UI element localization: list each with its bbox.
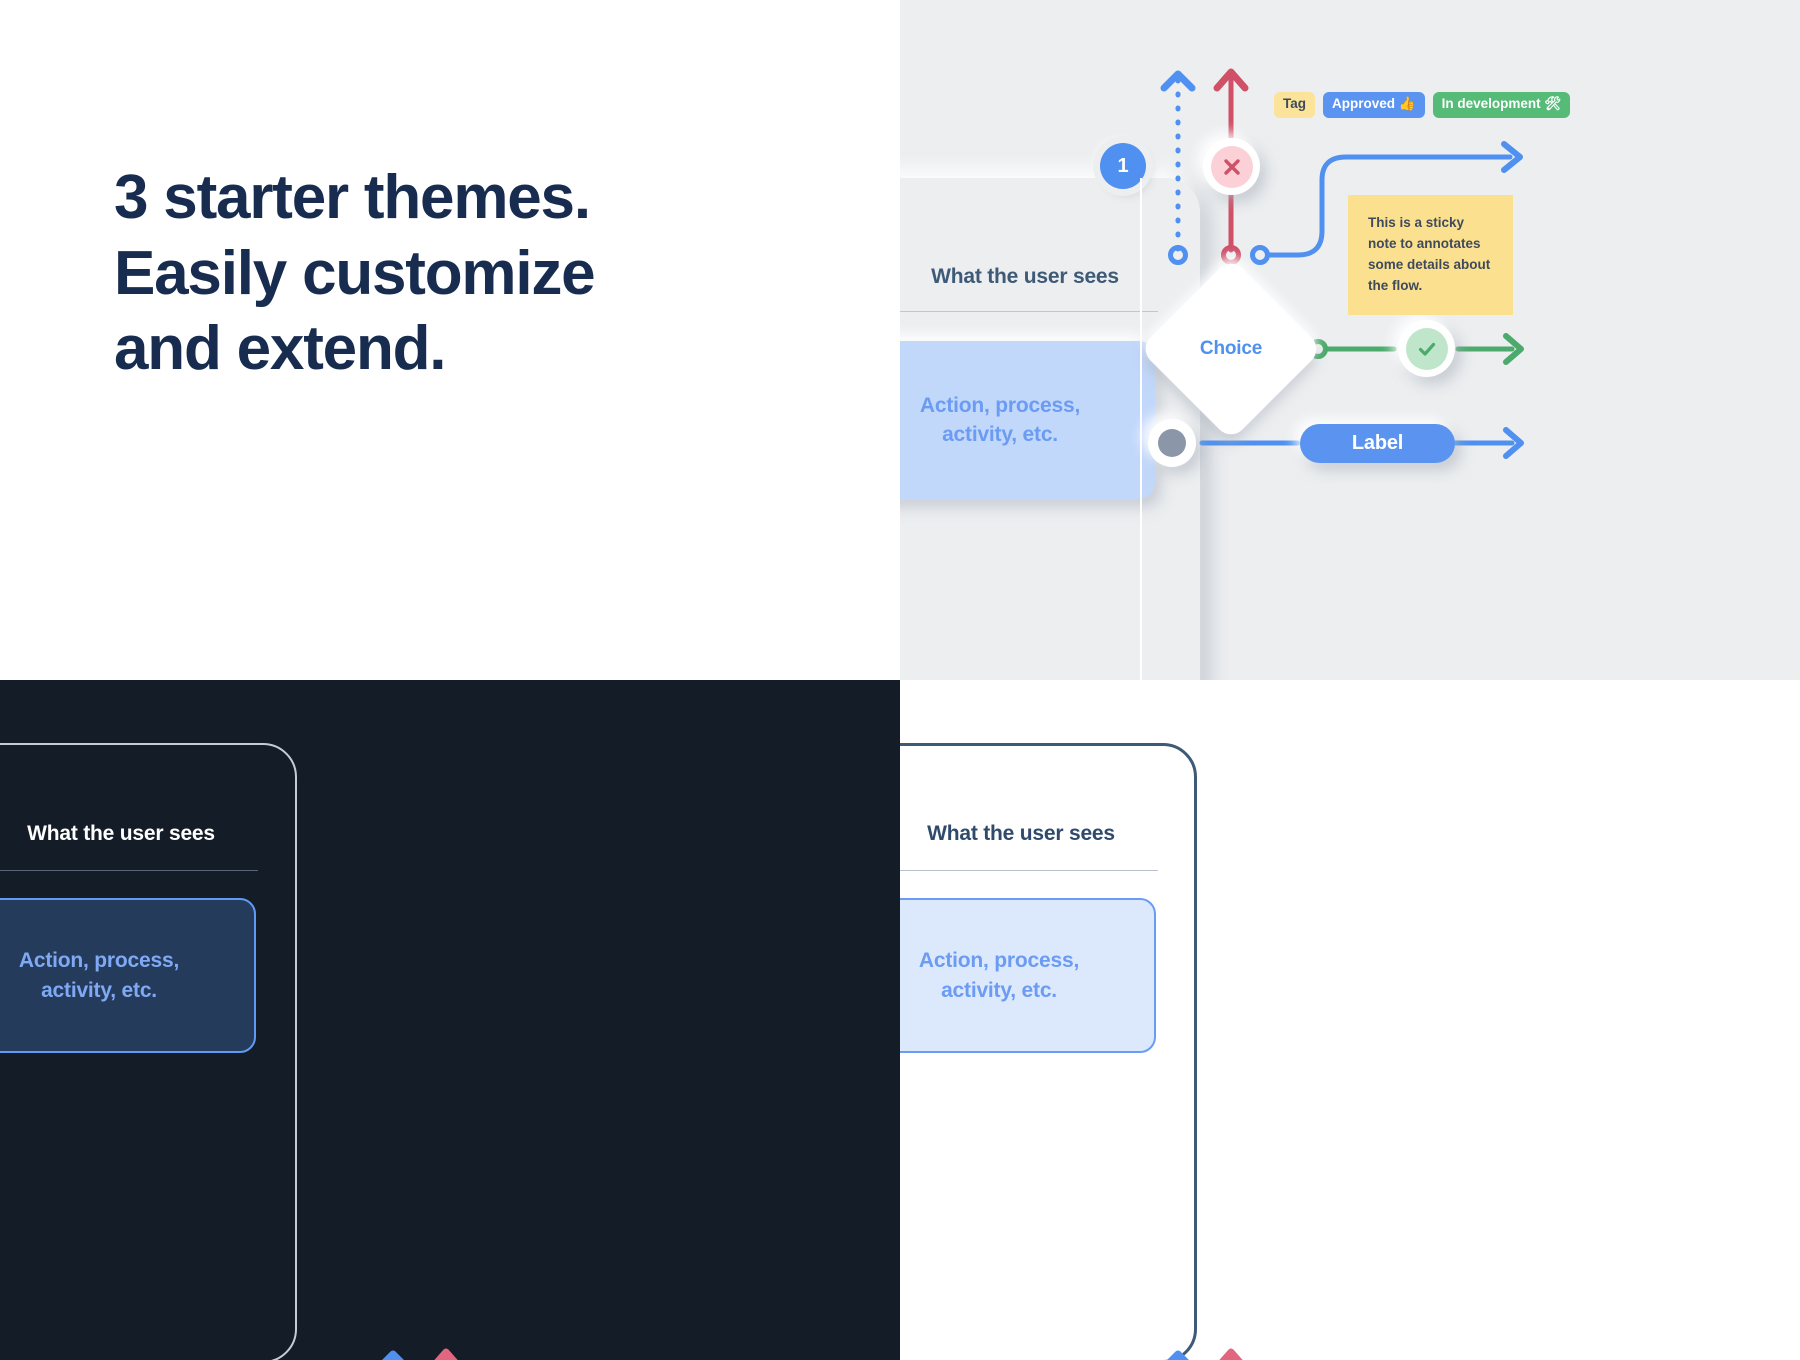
tag-in-development[interactable]: In development 🛠: [1432, 92, 1571, 118]
start-node-icon: [1157, 428, 1187, 458]
accept-node[interactable]: [1398, 320, 1455, 377]
check-icon: [1405, 327, 1448, 370]
choice-label: Choice: [1199, 338, 1263, 359]
x-icon: [1210, 145, 1253, 188]
hero-line-1: 3 starter themes.: [114, 163, 591, 232]
theme-preview-dark: What the user sees Action, process, acti…: [0, 680, 900, 1360]
start-node[interactable]: [1148, 419, 1196, 467]
flow-connectors: [382, 1348, 458, 1360]
choice-diamond[interactable]: Choice: [1139, 257, 1323, 441]
page-title: 3 starter themes. Easily customize and e…: [114, 160, 814, 387]
theme-preview-neumorphic: What the user sees Action, process, acti…: [900, 0, 1800, 680]
theme-preview-light: What the user sees Action, process, acti…: [900, 680, 1800, 1360]
reject-node[interactable]: [1203, 138, 1260, 195]
sticky-note[interactable]: This is a sticky note to annotates some …: [1348, 195, 1513, 315]
tag-approved[interactable]: Approved 👍: [1323, 92, 1425, 118]
quadrant-divider: [1140, 178, 1142, 680]
tag-plain[interactable]: Tag: [1274, 92, 1315, 118]
themes-showcase-canvas: 3 starter themes. Easily customize and e…: [0, 0, 1800, 1360]
hero-panel: 3 starter themes. Easily customize and e…: [0, 0, 900, 680]
hero-line-2: Easily customize: [114, 238, 596, 308]
hero-line-3: and extend.: [114, 314, 447, 384]
tag-row: Tag Approved 👍 In development 🛠: [1274, 92, 1571, 118]
flow-connectors: [1167, 1348, 1243, 1360]
label-pill[interactable]: Label: [1300, 424, 1455, 463]
